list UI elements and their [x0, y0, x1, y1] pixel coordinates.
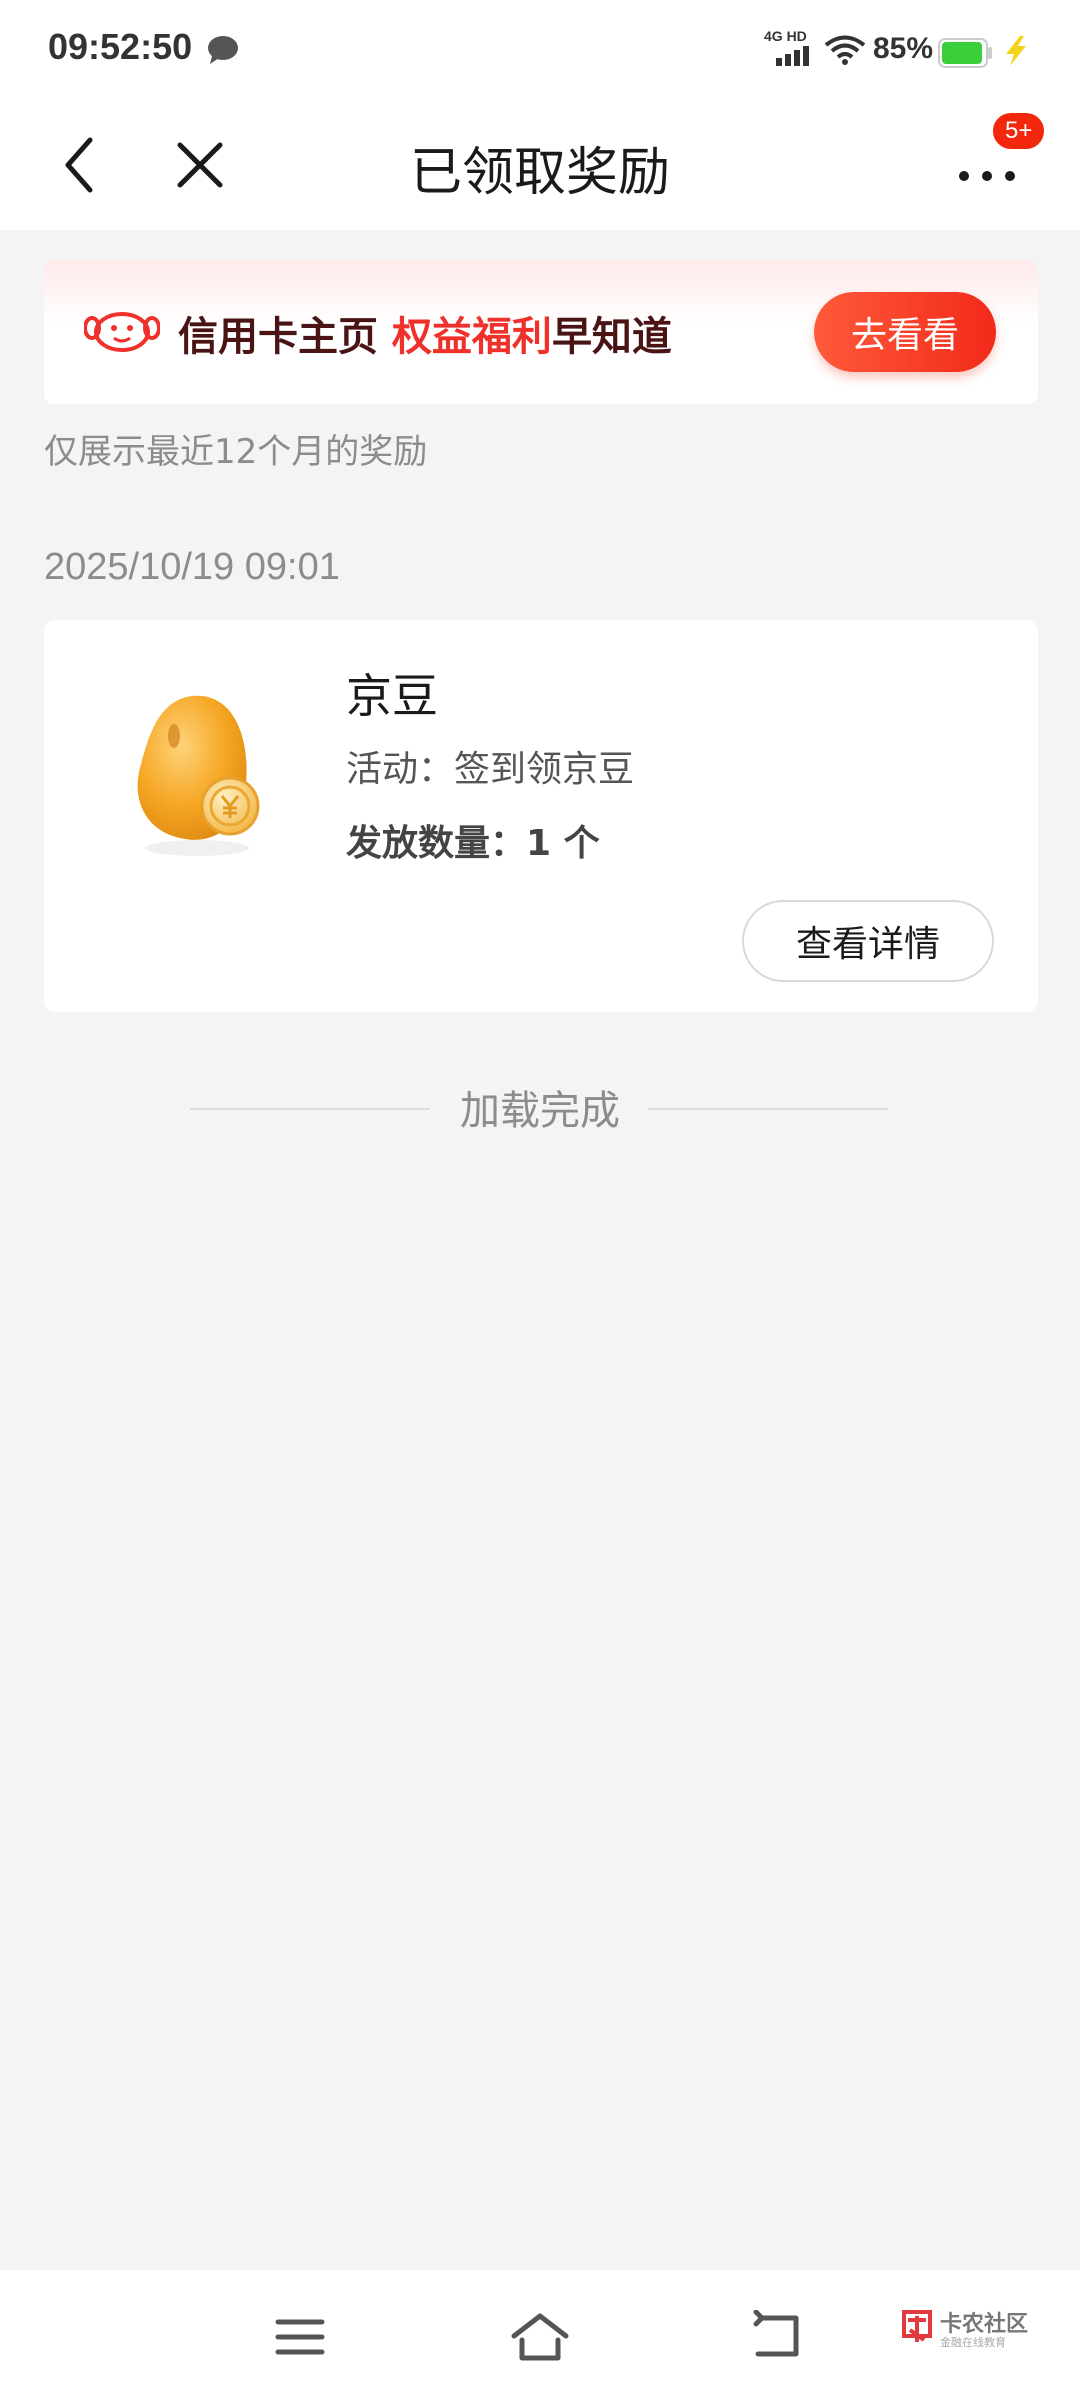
- message-icon: [208, 36, 238, 64]
- reward-title: 京豆: [346, 669, 438, 723]
- home-icon[interactable]: [508, 2310, 572, 2364]
- status-time: 09:52:50: [48, 26, 193, 67]
- banner-text-part2: 早知道: [551, 314, 672, 360]
- reward-card: 京豆 活动：签到领京豆 发放数量：1 个 查看详情: [44, 620, 1038, 1012]
- reward-date: 2025/10/19 09:01: [44, 546, 340, 588]
- watermark: 卡农社区 金融在线教育: [900, 2306, 1028, 2350]
- load-complete-divider: 加载完成: [0, 1076, 1080, 1136]
- system-nav-bar: 卡农社区 金融在线教育: [0, 2270, 1080, 2400]
- menu-icon[interactable]: [272, 2314, 328, 2360]
- top-nav-bar: 已领取奖励 5+: [0, 100, 1080, 230]
- system-back-icon[interactable]: [752, 2310, 808, 2364]
- reward-activity: 活动：签到领京豆: [346, 749, 635, 790]
- watermark-logo-icon: [902, 2310, 932, 2342]
- load-complete-text: 加载完成: [460, 1088, 620, 1134]
- page-title: 已领取奖励: [409, 143, 670, 203]
- view-details-button[interactable]: 查看详情: [742, 900, 994, 982]
- go-see-button[interactable]: 去看看: [814, 292, 996, 372]
- banner-text: 信用卡主页 权益福利早知道: [178, 304, 672, 362]
- banner-text-part1: 信用卡主页: [178, 314, 392, 360]
- battery-percent: 85%: [873, 32, 934, 65]
- status-bar: 09:52:50 4G HD 85%: [0, 0, 1080, 100]
- battery-icon: [938, 38, 992, 68]
- network-label: 4G HD: [764, 28, 807, 44]
- watermark-subtitle: 金融在线教育: [940, 2336, 1006, 2349]
- reward-quantity: 发放数量：1 个: [346, 823, 600, 864]
- wifi-icon: [824, 35, 866, 65]
- notification-badge: 5+: [990, 110, 1048, 152]
- charging-icon: [1006, 36, 1026, 66]
- divider-line-right: [648, 1108, 888, 1110]
- signal-icon: [776, 46, 809, 66]
- banner-text-highlight: 权益福利: [391, 314, 552, 360]
- jd-bean-icon: [137, 695, 260, 856]
- joy-dog-logo-icon: [84, 312, 160, 352]
- range-hint: 仅展示最近12个月的奖励: [44, 432, 428, 472]
- credit-card-banner[interactable]: 信用卡主页 权益福利早知道 去看看: [44, 260, 1038, 404]
